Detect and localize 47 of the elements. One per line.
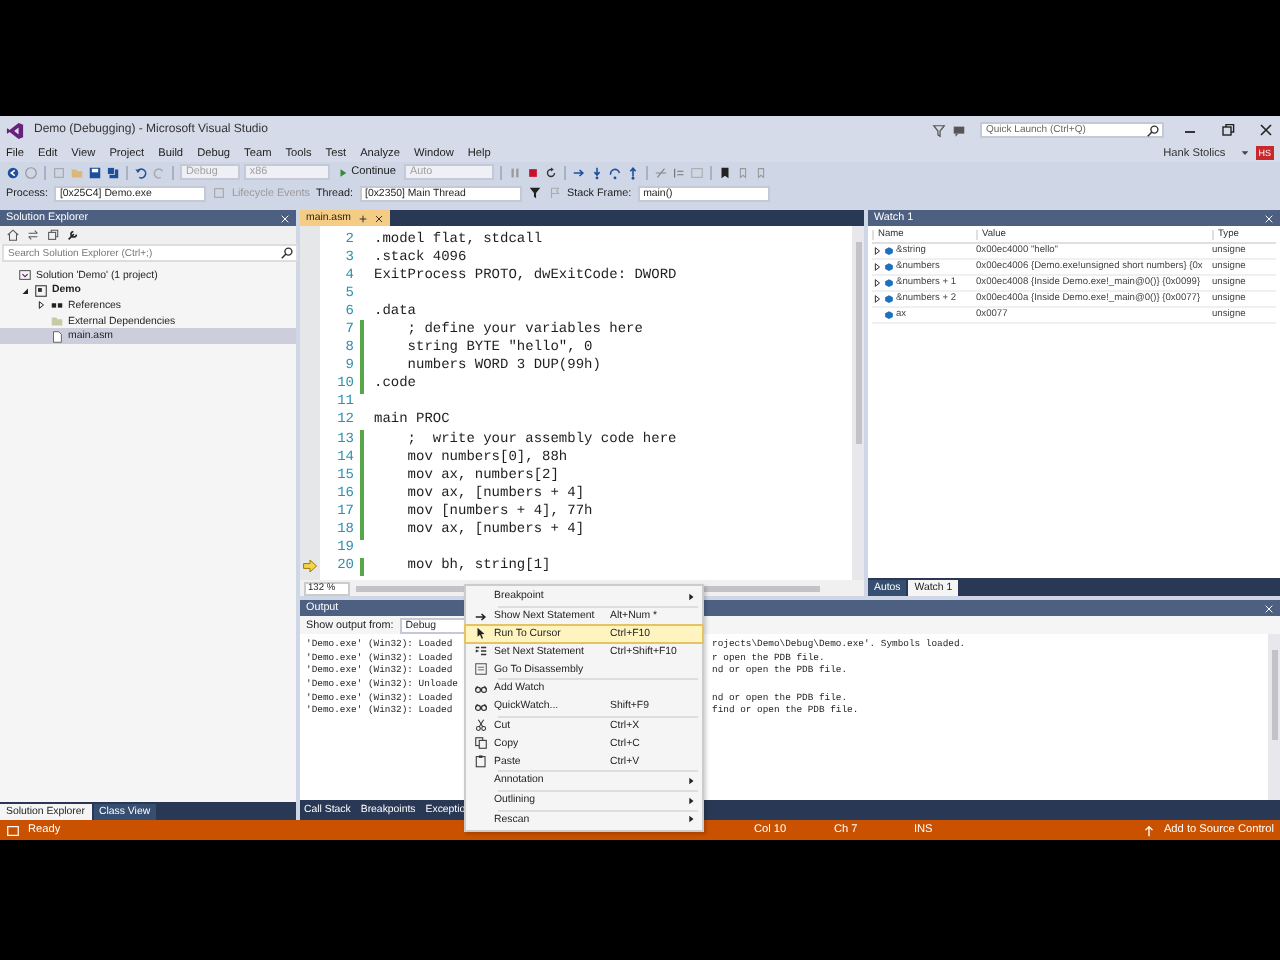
window-icon [6, 823, 20, 837]
restart-icon[interactable] [544, 165, 559, 179]
step-over-icon[interactable] [608, 165, 623, 179]
close-icon[interactable] [373, 213, 383, 223]
expand-arrow-icon[interactable] [872, 262, 882, 272]
back-icon[interactable] [6, 165, 20, 179]
arrow-icon [473, 609, 487, 624]
cursor-icon [473, 626, 487, 641]
code-editor[interactable] [300, 226, 864, 580]
save-all-icon[interactable] [106, 165, 120, 179]
references-icon [50, 298, 64, 313]
save-icon[interactable] [88, 165, 102, 179]
folder-icon [50, 314, 64, 329]
collapsed-arrow-icon[interactable] [36, 300, 46, 311]
wrench-icon[interactable] [66, 228, 80, 242]
sync-icon[interactable] [26, 228, 40, 242]
document-icon [473, 662, 487, 677]
stop-icon[interactable] [526, 165, 541, 179]
close-icon[interactable] [1258, 122, 1274, 138]
file-icon [50, 329, 64, 344]
feedback-icon[interactable] [952, 123, 966, 137]
solution-icon [18, 268, 32, 283]
paste-icon [473, 754, 487, 769]
visual-studio-logo-icon [6, 121, 24, 139]
expand-arrow-icon[interactable] [872, 294, 882, 304]
expand-arrow-icon[interactable] [872, 246, 882, 256]
statement-icon [473, 644, 487, 659]
step-into-icon[interactable] [590, 165, 605, 179]
cut-icon [473, 718, 487, 733]
step-out-icon[interactable] [626, 165, 641, 179]
filter-icon[interactable] [932, 123, 946, 137]
expanded-arrow-icon[interactable] [20, 285, 30, 296]
restore-icon[interactable] [1220, 122, 1236, 138]
copy-icon [473, 736, 487, 751]
dropdown-arrow-icon[interactable] [1239, 148, 1250, 158]
glasses-icon [473, 681, 487, 696]
project-icon [34, 283, 48, 298]
home-icon[interactable] [6, 228, 20, 242]
arrow-right-icon[interactable] [572, 165, 587, 179]
glasses-icon [473, 699, 487, 714]
pin-icon[interactable] [357, 213, 367, 223]
expand-arrow-icon[interactable] [872, 278, 882, 288]
play-icon [337, 167, 348, 177]
undo-icon[interactable] [134, 165, 148, 179]
up-arrow-icon[interactable] [1141, 823, 1156, 837]
filter-icon[interactable] [527, 186, 542, 200]
collapse-icon[interactable] [46, 228, 60, 242]
